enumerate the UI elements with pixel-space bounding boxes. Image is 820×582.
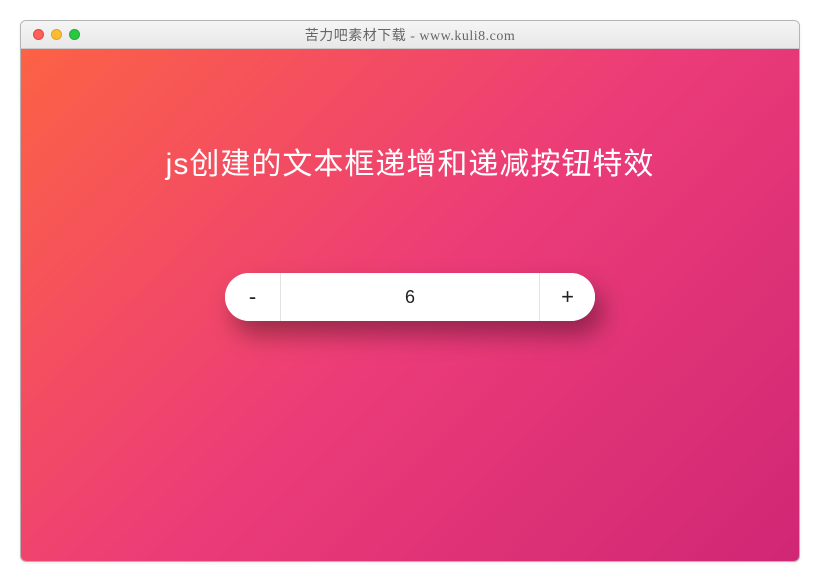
maximize-icon[interactable] (69, 29, 80, 40)
browser-window: 苦力吧素材下载 - www.kuli8.com js创建的文本框递增和递减按钮特… (20, 20, 800, 562)
page-heading: js创建的文本框递增和递减按钮特效 (166, 139, 655, 183)
titlebar: 苦力吧素材下载 - www.kuli8.com (21, 21, 799, 49)
increment-button[interactable]: + (539, 273, 595, 321)
content-area: js创建的文本框递增和递减按钮特效 - 6 + (21, 49, 799, 561)
minimize-icon[interactable] (51, 29, 62, 40)
decrement-button[interactable]: - (225, 273, 281, 321)
stepper-value[interactable]: 6 (281, 273, 539, 321)
quantity-stepper: - 6 + (225, 273, 595, 321)
traffic-lights (21, 29, 80, 40)
window-title: 苦力吧素材下载 - www.kuli8.com (21, 25, 799, 45)
close-icon[interactable] (33, 29, 44, 40)
